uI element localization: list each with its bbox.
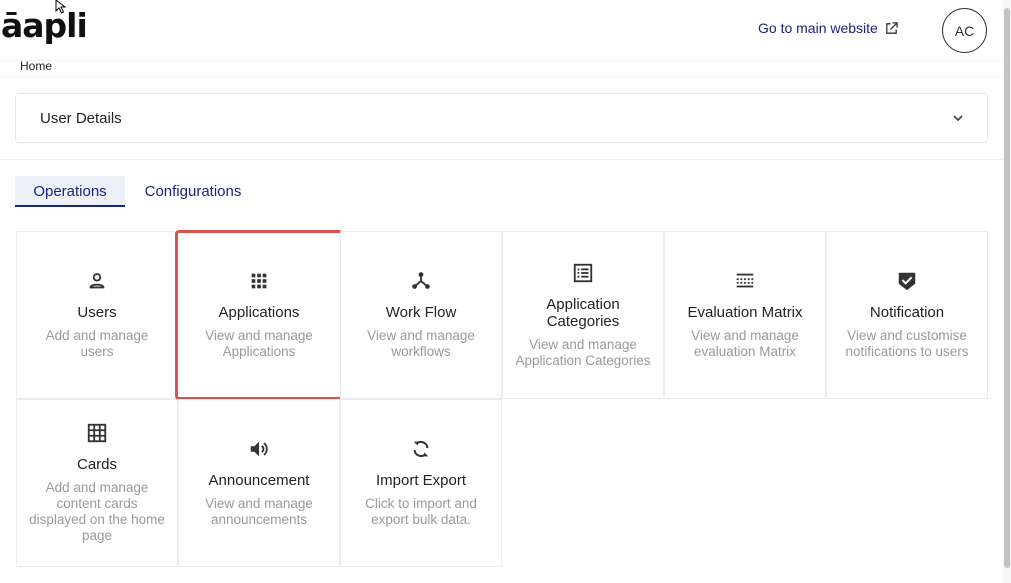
card-application-categories[interactable]: Application Categories View and manage A… (502, 231, 664, 399)
card-title: Applications (218, 304, 300, 321)
speaker-icon (250, 441, 268, 457)
card-import-export[interactable]: Import Export Click to import and export… (340, 399, 502, 567)
card-work-flow[interactable]: Work Flow View and manage workflows (340, 231, 502, 399)
main-website-link-label: Go to main website (758, 20, 878, 36)
header-divider (0, 60, 1003, 61)
sync-icon (413, 441, 429, 457)
section-divider (0, 159, 1003, 160)
card-notification[interactable]: Notification View and customise notifica… (826, 231, 988, 399)
tab-operations[interactable]: Operations (15, 176, 125, 207)
card-description: View and manage Application Categories (515, 336, 651, 368)
breadcrumb-divider (0, 76, 1003, 77)
card-description: View and manage evaluation Matrix (691, 328, 799, 359)
card-title: Import Export (375, 472, 467, 489)
card-description: View and manage announcements (205, 496, 313, 527)
card-announcement[interactable]: Announcement View and manage announcemen… (178, 399, 340, 567)
card-description: Add and manage users (45, 328, 149, 359)
card-description: Add and manage content cards displayed o… (29, 480, 165, 543)
card-description: View and manage workflows (367, 328, 475, 359)
main-website-link[interactable]: Go to main website (758, 20, 899, 36)
external-link-icon (886, 21, 898, 34)
matrix-icon (736, 273, 754, 288)
user-icon (89, 273, 105, 289)
shield-check-icon (898, 272, 916, 291)
card-title: Announcement (208, 472, 310, 489)
card-title: Work Flow (385, 304, 457, 321)
apps-grid-icon (251, 273, 267, 289)
card-cards[interactable]: Cards Add and manage content cards displ… (16, 399, 178, 567)
card-title: Users (77, 304, 117, 321)
card-title: Notification (869, 304, 945, 321)
card-title: Application Categories (546, 295, 620, 330)
scrollbar-thumb[interactable] (1004, 8, 1010, 568)
card-description: View and customise notifications to user… (845, 328, 969, 359)
table-grid-icon (87, 423, 107, 443)
user-details-accordion[interactable]: User Details (15, 93, 988, 143)
workflow-icon (412, 272, 430, 289)
breadcrumb-home[interactable]: Home (20, 59, 52, 73)
card-title: Cards (76, 456, 117, 473)
list-icon (573, 263, 593, 282)
tab-configurations[interactable]: Configurations (133, 176, 253, 207)
user-avatar[interactable]: AC (942, 8, 987, 53)
app-page: āapli Go to main website AC Home User De… (0, 0, 1011, 583)
accordion-title: User Details (40, 109, 122, 127)
brand-logo[interactable]: āapli (1, 6, 88, 45)
card-applications[interactable]: Applications View and manage Application… (175, 230, 343, 400)
card-title: Evaluation Matrix (687, 304, 803, 321)
card-description: View and manage Applications (205, 328, 313, 359)
card-users[interactable]: Users Add and manage users (16, 231, 178, 399)
chevron-down-icon (953, 115, 963, 122)
card-description: Click to import and export bulk data. (365, 496, 477, 527)
card-evaluation-matrix[interactable]: Evaluation Matrix View and manage evalua… (664, 231, 826, 399)
vertical-scrollbar[interactable] (1003, 0, 1011, 583)
top-header: āapli Go to main website AC (0, 0, 1003, 60)
